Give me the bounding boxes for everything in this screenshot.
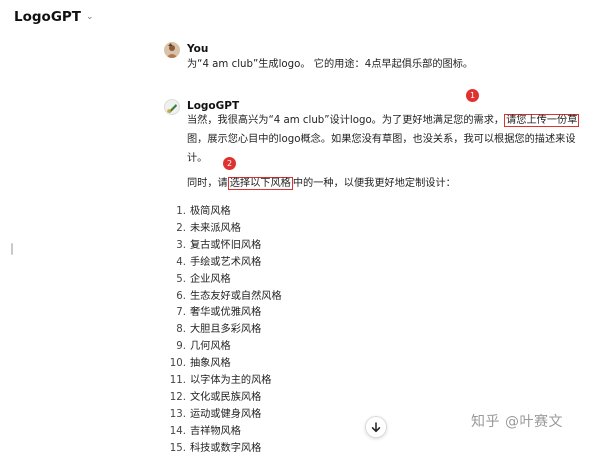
list-item-number: 5.	[176, 273, 186, 285]
sidebar-toggle-handle[interactable]	[11, 243, 13, 255]
list-item-number: 8.	[176, 324, 186, 336]
list-item-number: 14.	[169, 425, 186, 437]
list-item-number: 15.	[169, 442, 186, 454]
list-item-label: 生态友好或自然风格	[190, 290, 282, 302]
list-item-label: 奢华或优雅风格	[190, 307, 262, 319]
list-item: 7. 奢华或优雅风格	[172, 305, 282, 322]
paragraph-2-post: 中的一种，以便我更好地定制设计：	[292, 178, 456, 189]
list-item: 15. 科技或数字风格	[170, 441, 282, 458]
list-item-number: 10.	[169, 358, 186, 370]
user-message-text: 为“4 am club”生成logo。 它的用途：4点早起俱乐部的图标。	[187, 59, 474, 70]
list-item-label: 未来派风格	[190, 222, 241, 234]
list-item-number: 7.	[176, 307, 186, 319]
list-item: 4. 手绘或艺术风格	[172, 255, 282, 272]
highlight-choose-style: 选择以下风格	[227, 177, 293, 190]
list-item: 5. 企业风格	[172, 272, 282, 289]
style-options-list: 1. 极简风格 2. 未来派风格 3. 复古或怀旧风格 4. 手绘或艺术风格 5. 企业风…	[170, 204, 282, 458]
chevron-down-icon: ⌄	[86, 12, 94, 22]
list-item-number: 9.	[176, 341, 186, 353]
arrow-down-icon	[371, 421, 381, 432]
list-item: 3. 复古或怀旧风格	[172, 238, 282, 255]
list-item-label: 极简风格	[190, 206, 231, 217]
list-item-label: 企业风格	[190, 273, 231, 285]
list-item-label: 吉祥物风格	[190, 425, 241, 437]
assistant-paragraph-2: 同时，请 选择以下风格 中的一种，以便我更好地定制设计：	[187, 174, 456, 193]
list-item-number: 11.	[169, 375, 186, 387]
list-item: 12. 文化或民族风格	[170, 390, 282, 407]
list-item-label: 文化或民族风格	[190, 391, 262, 403]
list-item-number: 1.	[176, 206, 186, 217]
list-item: 6. 生态友好或自然风格	[172, 289, 282, 306]
model-selector[interactable]: LogoGPT ⌄	[14, 9, 94, 25]
list-item: 10. 抽象风格	[170, 356, 282, 373]
list-item-label: 几何风格	[190, 341, 231, 353]
list-item-number: 13.	[169, 408, 186, 420]
list-item-number: 2.	[176, 222, 186, 234]
list-item: 2. 未来派风格	[172, 221, 282, 238]
user-avatar	[164, 42, 180, 58]
user-author: You	[187, 43, 209, 55]
annotation-badge-1: 1	[466, 89, 479, 102]
list-item: 11. 以字体为主的风格	[170, 373, 282, 390]
list-item: 8. 大胆且多彩风格	[172, 322, 282, 339]
list-item-label: 复古或怀旧风格	[190, 239, 262, 251]
paragraph-1-line-3: 计。	[187, 153, 208, 164]
paragraph-1-line-2: 图，展示您心目中的logo概念。如果您没有草图，也没关系，我可以根据您的描述来设	[187, 134, 576, 145]
list-item-label: 抽象风格	[190, 358, 231, 370]
list-item-label: 大胆且多彩风格	[190, 324, 262, 336]
list-item-number: 12.	[169, 391, 186, 403]
list-item-number: 4.	[176, 256, 186, 268]
scroll-to-bottom-button[interactable]	[365, 416, 387, 438]
assistant-paragraph-1: 当然，我很高兴为“4 am club”设计logo。为了更好地满足您的需求， 请您…	[187, 111, 580, 168]
top-bar: LogoGPT ⌄	[0, 0, 600, 34]
list-item-label: 以字体为主的风格	[190, 375, 272, 387]
list-item-label: 手绘或艺术风格	[190, 256, 262, 268]
list-item: 1. 极简风格	[172, 204, 282, 221]
paragraph-2-pre: 同时，请	[187, 178, 228, 189]
paragraph-1-line-1: 当然，我很高兴为“4 am club”设计logo。为了更好地满足您的需求，	[187, 115, 505, 126]
annotation-badge-2: 2	[223, 157, 236, 170]
list-item-number: 6.	[176, 290, 186, 302]
logogpt-avatar	[164, 99, 180, 115]
list-item: 9. 几何风格	[172, 339, 282, 356]
list-item: 13. 运动或健身风格	[170, 407, 282, 424]
model-name: LogoGPT	[14, 9, 81, 25]
highlight-upload-sketch: 请您上传一份草	[504, 114, 580, 127]
zhihu-watermark: 知乎 @叶赛文	[471, 414, 563, 430]
list-item-label: 科技或数字风格	[190, 442, 262, 454]
list-item-label: 运动或健身风格	[190, 408, 262, 420]
list-item-number: 3.	[176, 239, 186, 251]
list-item: 14. 吉祥物风格	[170, 424, 282, 441]
